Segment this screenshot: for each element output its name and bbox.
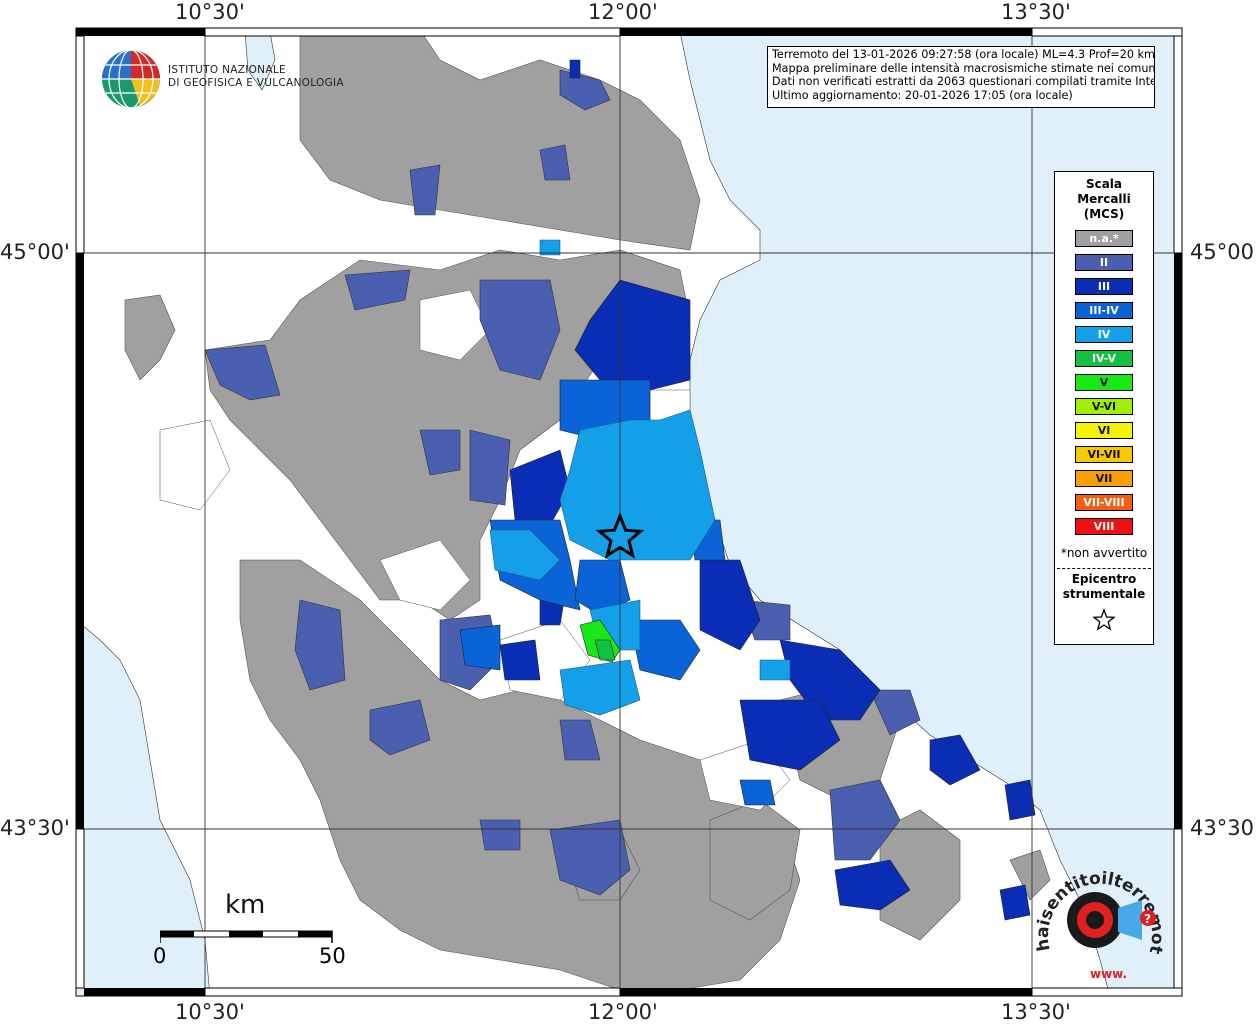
legend-swatch-iv-v: IV-V	[1075, 350, 1133, 367]
tick-bottom-1030: 10°30'	[175, 1000, 245, 1024]
legend-title-line1: Scala	[1085, 177, 1123, 191]
legend-swatch-ii: II	[1075, 254, 1133, 271]
ingv-name-line1: ISTITUTO NAZIONALE	[168, 64, 286, 76]
event-info-line3: Dati non verificati estratti da 2063 que…	[772, 75, 1154, 88]
mcs-legend: Scala Mercalli (MCS) n.a.* II III III-IV IV I…	[1054, 171, 1154, 645]
brand-www: www.	[1090, 967, 1127, 981]
event-info-line4: Ultimo aggiornamento: 20-01-2026 17:05 (…	[772, 88, 1073, 102]
scale-max: 50	[319, 944, 346, 968]
legend-swatch-viii: VIII	[1075, 518, 1133, 535]
legend-na-note: *non avvertito	[1060, 546, 1148, 560]
legend-swatch-iv: IV	[1075, 326, 1133, 343]
legend-epicenter-label: Epicentro strumentale	[1055, 572, 1153, 602]
legend-separator	[1057, 568, 1151, 569]
ingv-name: ISTITUTO NAZIONALE DI GEOFISICA E VULCAN…	[168, 64, 344, 90]
legend-swatch-iii: III	[1075, 278, 1133, 295]
legend-swatch-n-a-: n.a.*	[1075, 230, 1133, 247]
legend-swatch-iii-iv: III-IV	[1075, 302, 1133, 319]
event-info-box: Terremoto del 13-01-2026 09:27:58 (ora l…	[767, 46, 1155, 108]
scale-min: 0	[153, 944, 167, 968]
tick-bottom-1330: 13°30'	[1001, 1000, 1071, 1024]
legend-title: Scala Mercalli (MCS)	[1055, 177, 1153, 222]
svg-text:?: ?	[1144, 912, 1151, 926]
legend-star-icon	[1092, 608, 1116, 631]
tick-top-1030: 10°30'	[175, 0, 245, 24]
tick-top-1200: 12°00'	[588, 0, 658, 24]
tick-left-4330: 43°30'	[0, 816, 70, 840]
legend-title-line3: (MCS)	[1083, 207, 1125, 221]
tick-left-4500: 45°00'	[0, 240, 70, 264]
legend-swatch-vi: VI	[1075, 422, 1133, 439]
legend-epicenter-line2: strumentale	[1062, 587, 1146, 601]
event-info-line1: Terremoto del 13-01-2026 09:27:58 (ora l…	[772, 48, 1154, 61]
legend-swatch-v-vi: V-VI	[1075, 398, 1133, 415]
tick-right-4330: 43°30'	[1190, 816, 1256, 840]
haisentito-logo: haisentitoilterremoto.it ? www.	[1030, 860, 1167, 981]
ingv-name-line2: DI GEOFISICA E VULCANOLOGIA	[168, 77, 344, 89]
legend-swatch-v: V	[1075, 374, 1133, 391]
event-info-line2: Mappa preliminare delle intensità macros…	[772, 61, 1154, 75]
legend-swatch-vi-vii: VI-VII	[1075, 446, 1133, 463]
legend-swatch-vii-viii: VII-VIII	[1075, 494, 1133, 511]
tick-bottom-1200: 12°00'	[588, 1000, 658, 1024]
tick-right-4500: 45°00'	[1190, 240, 1256, 264]
legend-epicenter-line1: Epicentro	[1071, 572, 1137, 586]
legend-swatch-vii: VII	[1075, 470, 1133, 487]
legend-title-line2: Mercalli	[1077, 192, 1131, 206]
tick-top-1330: 13°30'	[1001, 0, 1071, 24]
